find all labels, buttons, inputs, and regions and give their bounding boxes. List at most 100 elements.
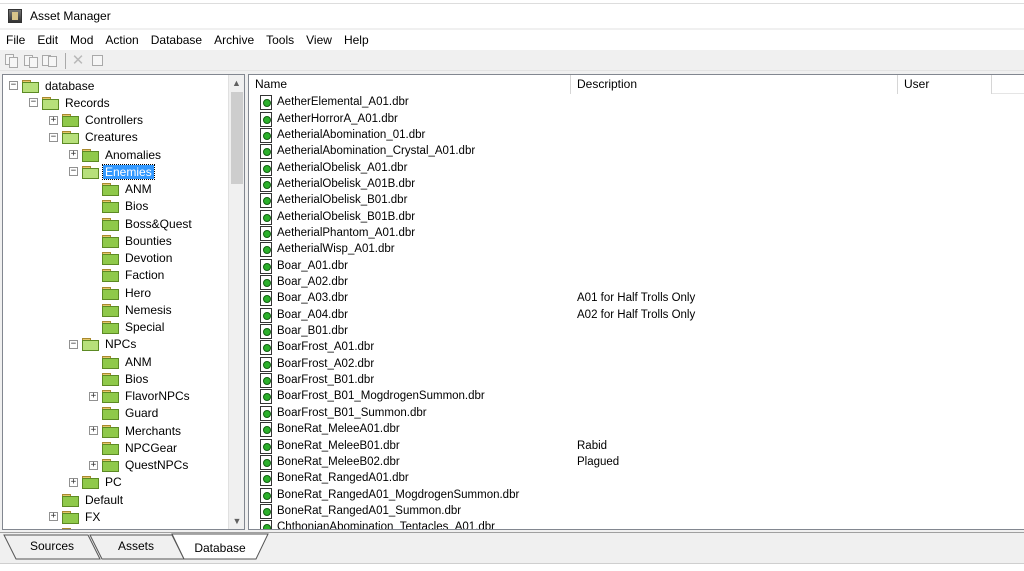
list-item[interactable]: Boar_A01.dbr: [249, 258, 1024, 274]
move-icon[interactable]: [42, 53, 58, 69]
column-header-name[interactable]: Name: [249, 75, 571, 94]
tree-node-label[interactable]: NPCGear: [123, 441, 179, 455]
list-item[interactable]: Boar_A04.dbr A02 for Half Trolls Only: [249, 307, 1024, 323]
tree-node-label[interactable]: Merchants: [123, 424, 183, 438]
collapse-icon[interactable]: −: [29, 98, 38, 108]
tree-node-label[interactable]: ANM: [123, 355, 154, 369]
tree-node[interactable]: G: [49, 526, 96, 529]
list-item[interactable]: BoarFrost_B01.dbr: [249, 372, 1024, 389]
tree-node-label[interactable]: Boss&Quest: [123, 217, 194, 231]
tree-node[interactable]: Faction: [89, 267, 166, 284]
menu-help[interactable]: Help: [338, 30, 375, 50]
menu-edit[interactable]: Edit: [31, 30, 64, 50]
list-item[interactable]: AetherialPhantom_A01.dbr: [249, 225, 1024, 241]
list-item[interactable]: AetherialObelisk_B01B.dbr: [249, 208, 1024, 225]
list-item[interactable]: BoarFrost_B01_MogdrogenSummon.dbr: [249, 388, 1024, 405]
tree-node[interactable]: + FlavorNPCs: [89, 388, 192, 405]
tree-node[interactable]: − NPCs: [69, 336, 138, 353]
list-item[interactable]: BoarFrost_A01.dbr: [249, 339, 1024, 356]
tab-sources[interactable]: Sources: [22, 535, 82, 559]
list-item[interactable]: AetherialAbomination_01.dbr: [249, 127, 1024, 143]
expand-icon[interactable]: +: [49, 512, 58, 522]
list-item[interactable]: BoneRat_RangedA01.dbr: [249, 470, 1024, 487]
list-item[interactable]: BoneRat_MeleeB02.dbr Plagued: [249, 454, 1024, 470]
file-list-panel[interactable]: Name Description User AetherElemental_A0…: [248, 74, 1024, 530]
database-tree-panel[interactable]: − database − Records + Controllers − Creatures +…: [2, 74, 245, 530]
delete-icon[interactable]: ✕: [70, 52, 86, 69]
tree-node-label[interactable]: Hero: [123, 286, 153, 300]
expand-icon[interactable]: +: [49, 115, 58, 125]
list-item[interactable]: AetherElemental_A01.dbr: [249, 94, 1024, 111]
tree-node-label[interactable]: Bios: [123, 199, 150, 213]
list-item[interactable]: BoneRat_MeleeB01.dbr Rabid: [249, 437, 1024, 454]
tree-node[interactable]: Bios: [89, 198, 150, 215]
tree-node-label[interactable]: Faction: [123, 268, 166, 282]
list-item[interactable]: Boar_A02.dbr: [249, 274, 1024, 291]
list-item[interactable]: BoneRat_RangedA01_Summon.dbr: [249, 503, 1024, 519]
tree-node-label[interactable]: G: [83, 527, 96, 529]
collapse-icon[interactable]: −: [69, 339, 78, 349]
tree-node-label[interactable]: FlavorNPCs: [123, 389, 192, 403]
tree-node-label[interactable]: Special: [123, 320, 166, 334]
scroll-thumb[interactable]: [231, 92, 243, 184]
tree-node[interactable]: Special: [89, 319, 166, 336]
tree-node[interactable]: − database: [9, 77, 96, 94]
menu-action[interactable]: Action: [99, 30, 144, 50]
tree-node-label[interactable]: PC: [103, 475, 124, 489]
tree-node-label[interactable]: database: [43, 79, 96, 93]
list-item[interactable]: AetherialObelisk_A01.dbr: [249, 159, 1024, 176]
tab-assets[interactable]: Assets: [106, 535, 166, 559]
tree-node[interactable]: + Anomalies: [69, 146, 163, 163]
tree-node-label[interactable]: Controllers: [83, 113, 145, 127]
copy-icon[interactable]: [4, 53, 20, 69]
tree-node-label[interactable]: ANM: [123, 182, 154, 196]
list-item[interactable]: AetherialAbomination_Crystal_A01.dbr: [249, 143, 1024, 160]
list-item[interactable]: Boar_A03.dbr A01 for Half Trolls Only: [249, 290, 1024, 307]
collapse-icon[interactable]: −: [9, 81, 18, 90]
expand-icon[interactable]: +: [89, 460, 98, 470]
tree-node[interactable]: ANM: [89, 181, 154, 198]
menu-database[interactable]: Database: [145, 30, 208, 50]
list-item[interactable]: AetherialObelisk_A01B.dbr: [249, 176, 1024, 192]
tree-node[interactable]: − Enemies: [69, 163, 155, 180]
list-item[interactable]: ChthonianAbomination_Tentacles_A01.dbr: [249, 519, 1024, 529]
scroll-down-icon[interactable]: ▼: [229, 513, 244, 529]
tab-database[interactable]: Database: [188, 537, 252, 561]
tree-node[interactable]: ANM: [89, 353, 154, 370]
tree-node-label[interactable]: Bounties: [123, 234, 174, 248]
tree-node[interactable]: Guard: [89, 405, 160, 422]
menu-view[interactable]: View: [300, 30, 338, 50]
menu-mod[interactable]: Mod: [64, 30, 99, 50]
tree-node-label[interactable]: NPCs: [103, 337, 138, 351]
tree-node-label[interactable]: Nemesis: [123, 303, 174, 317]
tree-node-label[interactable]: Enemies: [102, 163, 155, 180]
tree-node[interactable]: + QuestNPCs: [89, 457, 190, 474]
scroll-up-icon[interactable]: ▲: [229, 75, 244, 91]
tree-node-label[interactable]: Creatures: [83, 130, 140, 144]
paste-icon[interactable]: [23, 53, 39, 69]
column-header-user[interactable]: User: [898, 75, 992, 94]
tree-node[interactable]: + Merchants: [89, 422, 183, 439]
menu-file[interactable]: File: [0, 30, 31, 50]
list-item[interactable]: BoneRat_RangedA01_MogdrogenSummon.dbr: [249, 486, 1024, 503]
tree-node-label[interactable]: Devotion: [123, 251, 174, 265]
tree-node[interactable]: Devotion: [89, 250, 174, 267]
tree-node[interactable]: + FX: [49, 508, 102, 525]
tree-node-label[interactable]: Bios: [123, 372, 150, 386]
tree-node[interactable]: + Controllers: [49, 112, 145, 129]
tree-node[interactable]: Nemesis: [89, 301, 174, 318]
tree-node[interactable]: Default: [49, 491, 125, 508]
tree-node-label[interactable]: Default: [83, 493, 125, 507]
properties-icon[interactable]: [89, 53, 105, 69]
tree-node[interactable]: Hero: [89, 284, 153, 301]
tree-node[interactable]: + PC: [69, 474, 124, 491]
tree-node[interactable]: NPCGear: [89, 439, 179, 456]
list-item[interactable]: BoarFrost_B01_Summon.dbr: [249, 405, 1024, 421]
menu-archive[interactable]: Archive: [208, 30, 260, 50]
collapse-icon[interactable]: −: [49, 132, 58, 142]
list-item[interactable]: BoneRat_MeleeA01.dbr: [249, 421, 1024, 438]
list-item[interactable]: BoarFrost_A02.dbr: [249, 356, 1024, 372]
tree-node[interactable]: Bounties: [89, 232, 174, 249]
tree-scrollbar[interactable]: ▲ ▼: [228, 75, 244, 529]
tree-node-label[interactable]: Anomalies: [103, 148, 163, 162]
